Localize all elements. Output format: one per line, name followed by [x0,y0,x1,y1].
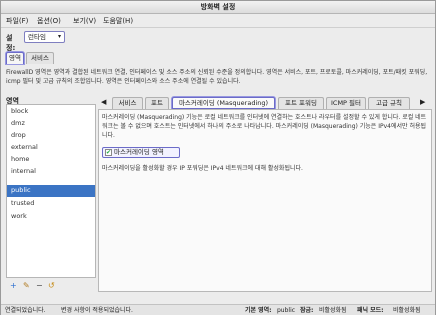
masquerading-description: 마스커레이딩 (Masquerading) 기능은 로컬 네트워크를 인터넷에 … [102,114,427,139]
default-zone-label: 기본 영역: [245,307,272,314]
zone-list[interactable]: block dmz drop external home internal pu… [6,104,96,278]
tab-rich-rules[interactable]: 고급 규칙 [368,97,410,109]
tab-ports[interactable]: 포트 [145,97,169,109]
zone-settings-tabs: ◀ 서비스 포트 마스커레이딩 (Masquerading) 포트 포워딩 IC… [98,96,432,109]
window-title: 방화벽 설정 [1,1,435,14]
remove-icon[interactable]: − [36,281,43,291]
lockdown-value: 비활성화됨 [319,307,347,314]
zone-item[interactable]: home [7,154,95,166]
load-defaults-icon[interactable]: ↺ [48,281,55,291]
zone-item[interactable]: block [7,106,95,118]
chevron-down-icon: ▾ [57,33,61,40]
add-icon[interactable]: + [10,281,17,291]
changes-status: 변경 사항이 적용되었습니다. [61,307,133,314]
panic-mode-value: 비활성화됨 [393,307,421,314]
zone-detail-panel: ◀ 서비스 포트 마스커레이딩 (Masquerading) 포트 포워딩 IC… [98,96,432,292]
zones-description: FirewallD 영역은 영역과 결합된 네트워크 연결, 인터페이스 및 소… [6,69,428,85]
masquerading-pane: 마스커레이딩 (Masquerading) 기능은 로컬 네트워크를 인터넷에 … [98,109,432,292]
zone-item[interactable]: internal [7,166,95,178]
edit-icon[interactable]: ✎ [23,281,30,291]
zone-item-selected[interactable]: public [7,185,95,197]
masquerading-note: 마스커레이딩을 활성화할 경우 IP 포워딩은 IPv4 네트워크에 대해 활성… [102,165,303,172]
panic-mode-label: 패닉 모드: [357,307,384,314]
zone-item[interactable]: drop [7,130,95,142]
masquerade-zone-checkbox[interactable]: ✔ 마스커레이딩 영역 [102,147,180,158]
menu-help[interactable]: 도움말(H) [103,16,133,26]
zone-toolbar: + ✎ − ↺ [6,281,96,291]
tab-services[interactable]: 서비스 [112,97,143,109]
firewall-config-window: 방화벽 설정 파일(F) 옵션(O) 보기(V) 도움말(H) 설정: 런타임 … [0,0,436,315]
connection-status: 연결되었습니다. [5,307,46,314]
zone-item[interactable]: dmz [7,118,95,130]
configuration-value: 런타임 [28,33,46,41]
tab-port-forwarding[interactable]: 포트 포워딩 [278,97,324,109]
configuration-label: 설정: [6,34,16,52]
tab-services[interactable]: 서비스 [26,52,54,64]
configuration-select[interactable]: 런타임 ▾ [24,31,65,43]
zone-item[interactable]: external [7,142,95,154]
lockdown-label: 잠금: [300,307,314,314]
menu-view[interactable]: 보기(V) [73,16,96,26]
tab-zones[interactable]: 영역 [6,52,24,64]
check-icon: ✔ [105,148,112,156]
tab-scroll-left-icon[interactable]: ◀ [101,98,106,106]
masquerade-checkbox-label: 마스커레이딩 영역 [114,148,164,156]
tab-icmp-filter[interactable]: ICMP 필터 [326,97,366,109]
tab-masquerading[interactable]: 마스커레이딩 (Masquerading) [172,97,275,109]
default-zone-value: public [277,307,296,314]
menu-file[interactable]: 파일(F) [6,16,28,26]
tab-scroll-right-icon[interactable]: ▶ [420,98,425,106]
zone-item[interactable]: work [7,211,95,223]
menu-bar: 파일(F) 옵션(O) 보기(V) 도움말(H) [1,14,435,28]
menu-options[interactable]: 옵션(O) [37,16,61,26]
status-bar: 연결되었습니다. 변경 사항이 적용되었습니다. 기본 영역: public 잠… [1,304,435,315]
zone-item[interactable]: trusted [7,198,95,210]
